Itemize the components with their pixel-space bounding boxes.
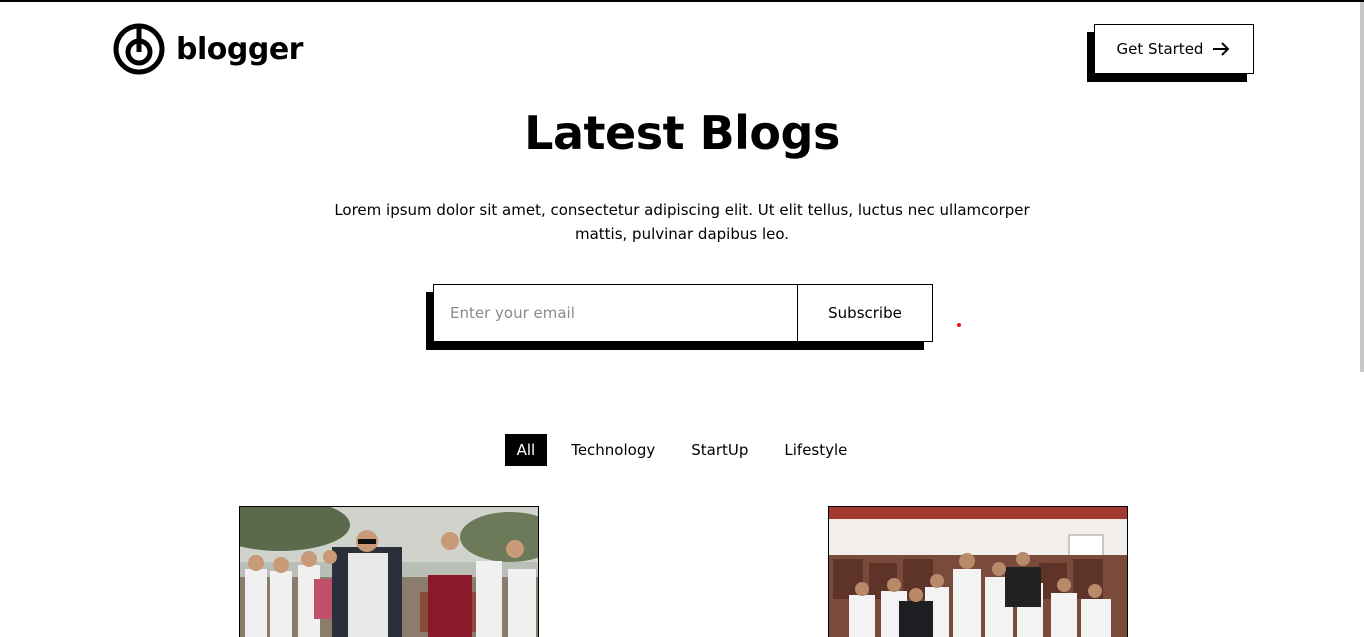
hero-description: Lorem ipsum dolor sit amet, consectetur … [334, 201, 1030, 243]
filter-tab-lifestyle[interactable]: Lifestyle [772, 434, 859, 466]
blog-card-image[interactable] [239, 506, 539, 637]
logo-mark-icon [113, 23, 165, 75]
subscribe-button[interactable]: Subscribe [798, 285, 932, 341]
blog-photo-students-outdoor [240, 507, 538, 637]
filter-tab-all[interactable]: All [504, 434, 548, 466]
blog-card-image[interactable] [828, 506, 1128, 637]
blog-photo-students-group [829, 507, 1127, 637]
page-scrollbar[interactable] [1360, 2, 1364, 372]
cursor-dot [957, 323, 961, 327]
page-title: Latest Blogs [524, 106, 840, 160]
category-filters: All Technology StartUp Lifestyle [0, 434, 1364, 466]
filter-tab-technology[interactable]: Technology [559, 434, 667, 466]
email-input[interactable] [434, 285, 798, 341]
get-started-container: Get Started [1087, 24, 1254, 82]
site-header: blogger Get Started [112, 22, 1254, 82]
get-started-label: Get Started [1116, 40, 1204, 58]
arrow-right-icon [1213, 42, 1230, 56]
subscribe-box: Subscribe [433, 284, 933, 342]
filter-tab-startup[interactable]: StartUp [679, 434, 760, 466]
brand-name: blogger [176, 31, 303, 67]
brand-logo[interactable]: blogger [112, 22, 303, 76]
subscribe-form: Subscribe [426, 284, 933, 350]
get-started-button[interactable]: Get Started [1094, 24, 1254, 74]
